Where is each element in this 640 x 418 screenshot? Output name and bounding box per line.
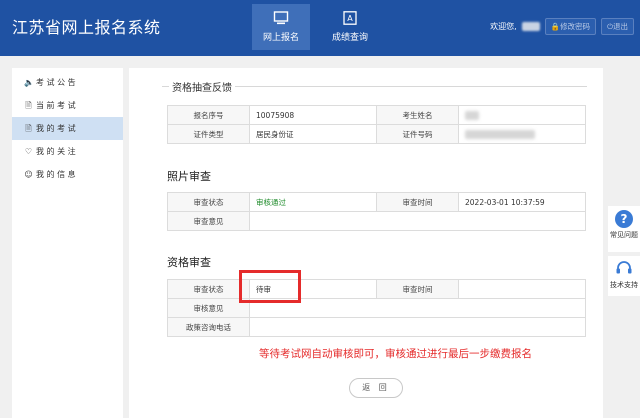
label-review-opinion: 审查意见: [167, 211, 250, 231]
faq-float-button[interactable]: ? 常见问题: [608, 206, 640, 252]
speaker-icon: 🔈: [24, 78, 34, 87]
change-password-label: 修改密码: [560, 22, 591, 31]
value-review-opinion: [249, 211, 586, 231]
monitor-icon: [273, 11, 289, 25]
user-icon: ☺: [24, 170, 33, 179]
label-review-time: 审查时间: [376, 192, 459, 212]
main-panel: 资格抽查反馈 报名序号 10075908 考生姓名 证件类型 居民身份证 证件号…: [129, 68, 603, 418]
label-id-number: 证件号码: [376, 124, 459, 144]
sidebar-item-my-exams[interactable]: 🗎 我 的 考 试: [12, 117, 123, 140]
spot-check-table: 报名序号 10075908 考生姓名 证件类型 居民身份证 证件号码: [167, 105, 586, 144]
value-registration-number: 10075908: [249, 105, 377, 125]
value-id-number: [458, 124, 586, 144]
welcome-text: 欢迎您,: [490, 22, 517, 31]
change-password-button[interactable]: 🔒修改密码: [544, 18, 597, 35]
label-policy-phone: 政策咨询电话: [167, 317, 250, 337]
sidebar-item-label: 我 的 信 息: [36, 170, 76, 179]
label-candidate-name: 考生姓名: [376, 105, 459, 125]
logout-label: 退出: [613, 22, 628, 31]
label-qual-status: 审查状态: [167, 279, 250, 299]
table-row: 审查意见: [167, 211, 586, 231]
annotation-note: 等待考试网自动审核即可，审核通过进行最后一步缴费报名: [259, 348, 532, 360]
svg-text:A: A: [347, 14, 353, 23]
tab-score-query[interactable]: A 成绩查询: [321, 4, 379, 50]
label-qual-opinion: 审核意见: [167, 298, 250, 318]
sidebar-item-label: 当 前 考 试: [36, 101, 76, 110]
site-title: 江苏省网上报名系统: [12, 18, 161, 37]
value-candidate-name: [458, 105, 586, 125]
sidebar-item-exam-announcements[interactable]: 🔈 考 试 公 告: [12, 71, 123, 94]
sidebar-item-my-follows[interactable]: ♡ 我 的 关 注: [12, 140, 123, 163]
sidebar-item-current-exams[interactable]: 🗎 当 前 考 试: [12, 94, 123, 117]
section-title-qualification-review: 资格审查: [167, 256, 211, 269]
table-row: 审查状态 审核通过 审查时间 2022-03-01 10:37:59: [167, 192, 586, 212]
logout-button[interactable]: ⏻退出: [601, 18, 634, 35]
status-highlight-box: [239, 270, 301, 303]
value-policy-phone: [249, 317, 586, 337]
label-review-status: 审查状态: [167, 192, 250, 212]
support-label: 技术支持: [610, 281, 638, 289]
sidebar-item-label: 考 试 公 告: [36, 78, 76, 87]
tab-online-registration[interactable]: 网上报名: [252, 4, 310, 50]
table-row: 审查状态 待审 审查时间: [167, 279, 586, 299]
photo-review-table: 审查状态 审核通过 审查时间 2022-03-01 10:37:59 审查意见: [167, 192, 586, 231]
support-float-button[interactable]: 技术支持: [608, 256, 640, 296]
label-qual-time: 审查时间: [376, 279, 459, 299]
top-header: 江苏省网上报名系统 网上报名 A 成绩查询 欢迎您, 🔒修改密码 ⏻退出: [0, 0, 640, 56]
value-id-type: 居民身份证: [249, 124, 377, 144]
label-registration-number: 报名序号: [167, 105, 250, 125]
tab-label: 成绩查询: [331, 33, 368, 43]
value-review-time: 2022-03-01 10:37:59: [458, 192, 586, 212]
sidebar-item-label: 我 的 考 试: [36, 124, 76, 133]
faq-label: 常见问题: [610, 231, 638, 239]
value-qual-time: [458, 279, 586, 299]
qualification-review-table: 审查状态 待审 审查时间 审核意见 政策咨询电话: [167, 279, 586, 337]
label-id-type: 证件类型: [167, 124, 250, 144]
question-icon: ?: [615, 210, 633, 228]
value-review-status: 审核通过: [249, 192, 377, 212]
section-title-spot-check: 资格抽查反馈: [169, 79, 235, 94]
tab-label: 网上报名: [262, 33, 299, 43]
score-document-icon: A: [343, 11, 357, 25]
table-row: 政策咨询电话: [167, 317, 586, 337]
heart-icon: ♡: [24, 147, 33, 156]
sidebar-item-my-info[interactable]: ☺ 我 的 信 息: [12, 163, 123, 186]
document-icon: 🗎: [25, 101, 32, 110]
blurred-username: [521, 22, 540, 31]
section-title-photo-review: 照片审查: [167, 170, 211, 183]
table-row: 审核意见: [167, 298, 586, 318]
headset-icon: [616, 261, 632, 274]
user-area: 欢迎您, 🔒修改密码 ⏻退出: [490, 18, 634, 35]
back-button[interactable]: 返 回: [349, 378, 403, 398]
document-icon: 🗎: [25, 124, 32, 133]
table-row: 报名序号 10075908 考生姓名: [167, 105, 586, 125]
table-row: 证件类型 居民身份证 证件号码: [167, 124, 586, 144]
sidebar-item-label: 我 的 关 注: [36, 147, 76, 156]
sidebar: 🔈 考 试 公 告 🗎 当 前 考 试 🗎 我 的 考 试 ♡ 我 的 关 注 …: [12, 68, 123, 418]
